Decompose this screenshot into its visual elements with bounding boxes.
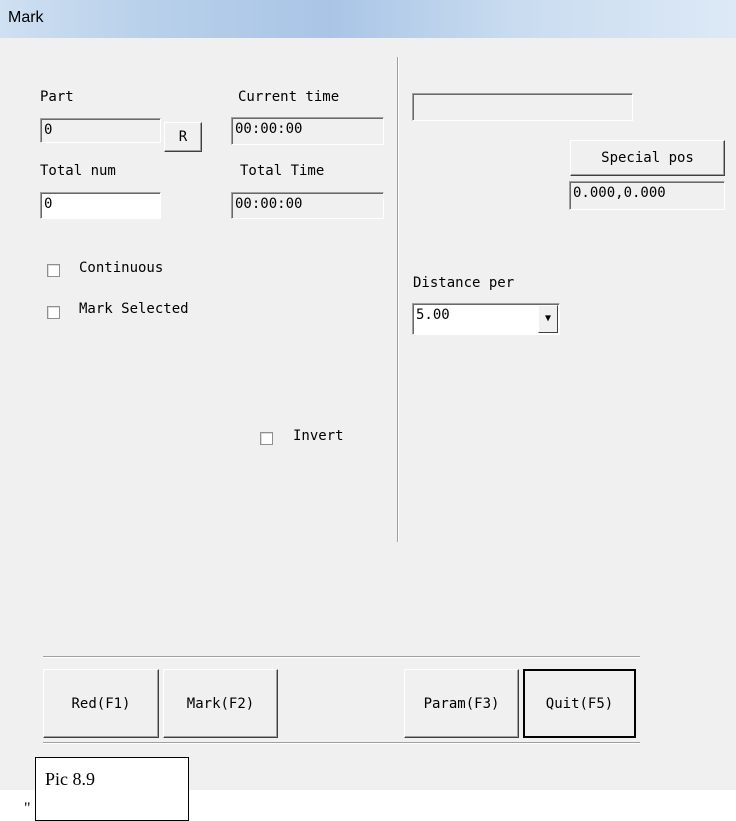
current-time-label: Current time	[238, 89, 340, 105]
title-bar[interactable]: Mark	[0, 0, 736, 38]
part-label: Part	[40, 89, 74, 105]
chevron-down-icon[interactable]: ▼	[538, 305, 558, 333]
status-field	[412, 93, 633, 121]
quit-button[interactable]: Quit(F5)	[523, 669, 636, 738]
mark-dialog: Mark Part 0 R Current time 00:00:00 Tota…	[0, 0, 736, 790]
vertical-separator	[397, 57, 399, 542]
distance-per-label: Distance per	[413, 275, 515, 291]
invert-checkbox[interactable]	[260, 432, 273, 445]
window-title: Mark	[8, 9, 44, 26]
part-field: 0	[40, 118, 161, 143]
param-button[interactable]: Param(F3)	[404, 669, 519, 738]
continuous-label[interactable]: Continuous	[79, 260, 163, 276]
invert-label[interactable]: Invert	[293, 428, 344, 444]
total-num-input[interactable]: 0	[40, 192, 161, 219]
reset-button[interactable]: R	[164, 122, 202, 152]
special-pos-button[interactable]: Special pos	[570, 140, 725, 176]
red-button[interactable]: Red(F1)	[43, 669, 159, 738]
distance-per-combobox[interactable]: 5.00 ▼	[412, 303, 560, 335]
current-time-field: 00:00:00	[231, 117, 384, 145]
mark-button[interactable]: Mark(F2)	[163, 669, 278, 738]
total-time-field: 00:00:00	[231, 192, 384, 219]
mark-selected-label[interactable]: Mark Selected	[79, 301, 189, 317]
special-pos-value: 0.000,0.000	[569, 181, 725, 210]
stray-quote-mark: "	[24, 800, 31, 817]
continuous-checkbox[interactable]	[47, 264, 60, 277]
mark-selected-checkbox[interactable]	[47, 306, 60, 319]
bottom-separator	[43, 742, 640, 744]
distance-per-value: 5.00	[416, 307, 450, 323]
total-time-label: Total Time	[240, 163, 325, 179]
figure-caption-box: Pic 8.9	[35, 757, 189, 821]
bottom-group-top	[43, 656, 640, 658]
figure-caption: Pic 8.9	[45, 769, 96, 789]
total-num-label: Total num	[40, 163, 116, 179]
